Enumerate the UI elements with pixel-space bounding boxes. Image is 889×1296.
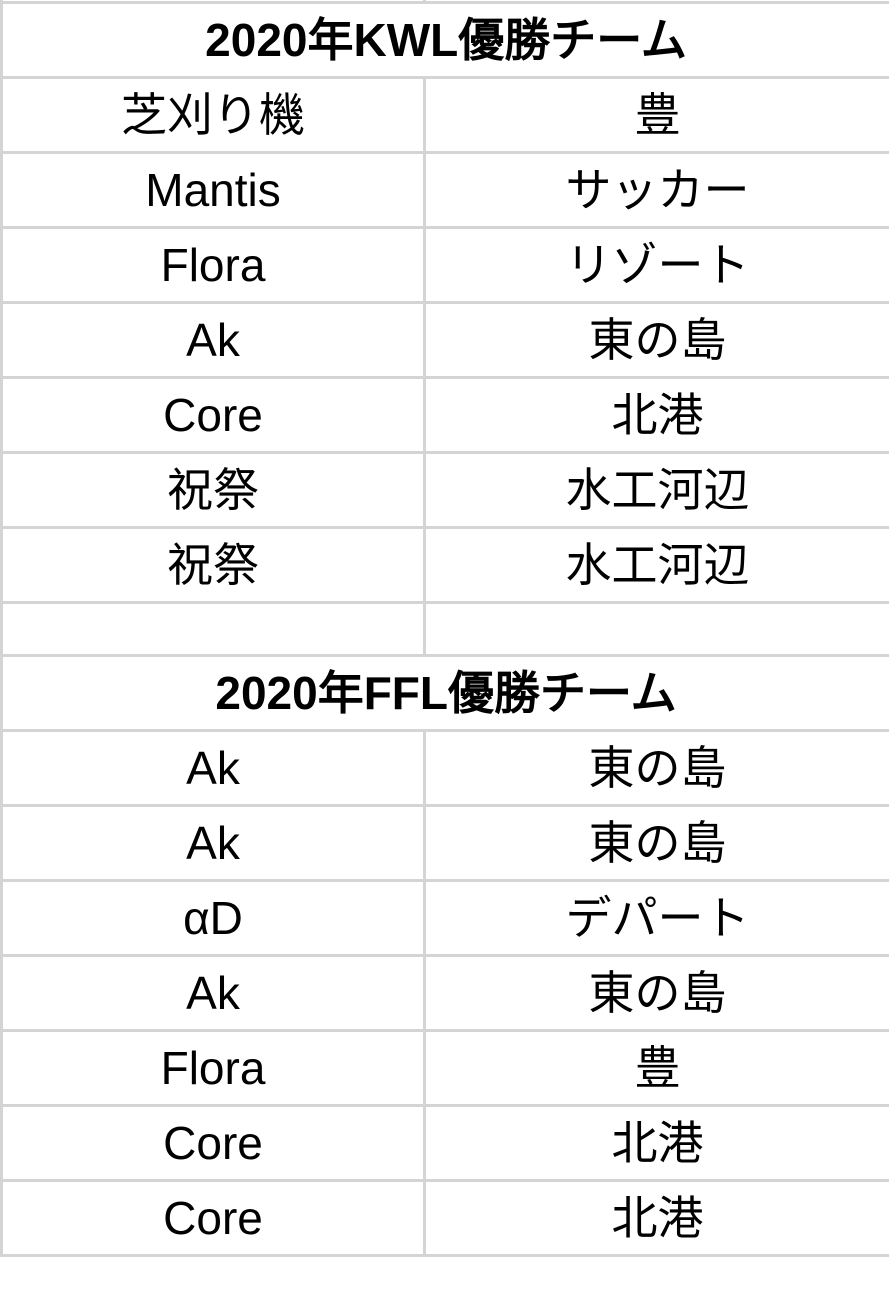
team-cell[interactable]: Mantis	[0, 151, 426, 229]
table-row: Core 北港	[0, 1104, 889, 1182]
table-row: Flora リゾート	[0, 226, 889, 304]
location-cell[interactable]: 北港	[423, 1179, 889, 1257]
team-cell[interactable]: 芝刈り機	[0, 76, 426, 154]
team-cell[interactable]: Ak	[0, 729, 426, 807]
table-row: Mantis サッカー	[0, 151, 889, 229]
team-cell[interactable]: αD	[0, 879, 426, 957]
location-cell[interactable]: 東の島	[423, 954, 889, 1032]
table-row: Core 北港	[0, 376, 889, 454]
spreadsheet-table: 2020年KWL優勝チーム 芝刈り機 豊 Mantis サッカー Flora リ…	[0, 0, 889, 1257]
table-row: αD デパート	[0, 879, 889, 957]
section-title-kwl[interactable]: 2020年KWL優勝チーム	[0, 1, 889, 79]
empty-cell[interactable]	[0, 601, 426, 657]
team-cell[interactable]: Ak	[0, 804, 426, 882]
team-cell[interactable]: Ak	[0, 954, 426, 1032]
empty-cell[interactable]	[423, 601, 889, 657]
location-cell[interactable]: 東の島	[423, 729, 889, 807]
location-cell[interactable]: 豊	[423, 1029, 889, 1107]
table-row: 芝刈り機 豊	[0, 76, 889, 154]
location-cell[interactable]: デパート	[423, 879, 889, 957]
location-cell[interactable]: 豊	[423, 76, 889, 154]
location-cell[interactable]: 北港	[423, 376, 889, 454]
empty-row	[0, 601, 889, 657]
location-cell[interactable]: 東の島	[423, 301, 889, 379]
team-cell[interactable]: Flora	[0, 226, 426, 304]
team-cell[interactable]: Core	[0, 1179, 426, 1257]
location-cell[interactable]: サッカー	[423, 151, 889, 229]
table-row: Ak 東の島	[0, 301, 889, 379]
location-cell[interactable]: 東の島	[423, 804, 889, 882]
table-row: 祝祭 水工河辺	[0, 526, 889, 604]
table-row: Ak 東の島	[0, 804, 889, 882]
table-row: 祝祭 水工河辺	[0, 451, 889, 529]
table-body: 2020年KWL優勝チーム 芝刈り機 豊 Mantis サッカー Flora リ…	[0, 0, 889, 1257]
table-row: Flora 豊	[0, 1029, 889, 1107]
team-cell[interactable]: 祝祭	[0, 451, 426, 529]
location-cell[interactable]: リゾート	[423, 226, 889, 304]
team-cell[interactable]: 祝祭	[0, 526, 426, 604]
team-cell[interactable]: Ak	[0, 301, 426, 379]
section-title-row: 2020年FFL優勝チーム	[0, 654, 889, 732]
team-cell[interactable]: Core	[0, 1104, 426, 1182]
location-cell[interactable]: 水工河辺	[423, 451, 889, 529]
location-cell[interactable]: 北港	[423, 1104, 889, 1182]
team-cell[interactable]: Core	[0, 376, 426, 454]
table-row: Ak 東の島	[0, 729, 889, 807]
location-cell[interactable]: 水工河辺	[423, 526, 889, 604]
table-row: Ak 東の島	[0, 954, 889, 1032]
section-title-row: 2020年KWL優勝チーム	[0, 1, 889, 79]
section-title-ffl[interactable]: 2020年FFL優勝チーム	[0, 654, 889, 732]
team-cell[interactable]: Flora	[0, 1029, 426, 1107]
table-row: Core 北港	[0, 1179, 889, 1257]
